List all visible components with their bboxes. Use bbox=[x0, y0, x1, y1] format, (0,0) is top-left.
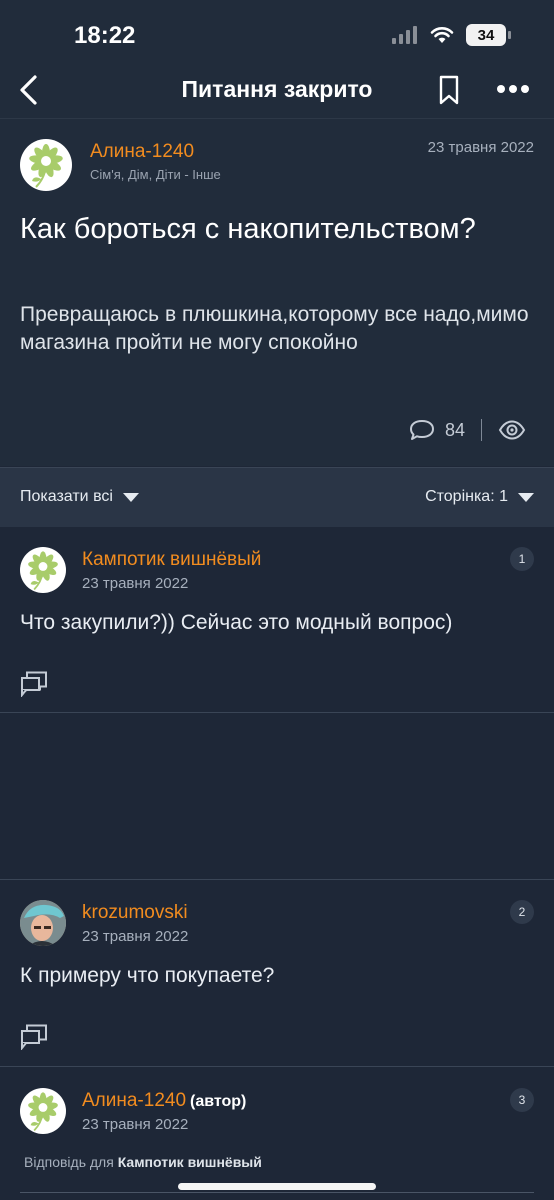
question-author[interactable]: Алина-1240 bbox=[90, 141, 194, 163]
reply-to-line: Відповідь для Кампотик вишнёвый bbox=[24, 1154, 262, 1170]
show-all-dropdown[interactable]: Показати всі bbox=[20, 488, 139, 506]
comments-count: 84 bbox=[444, 419, 465, 440]
reply-to-author[interactable]: Кампотик вишнёвый bbox=[118, 1154, 262, 1170]
answer-text: К примеру что покупаете? bbox=[20, 964, 275, 987]
answer-number-badge: 3 bbox=[510, 1088, 534, 1112]
question-stats: 84 bbox=[409, 419, 526, 441]
question-body: Превращаюсь в плюшкина,которому все надо… bbox=[20, 303, 529, 354]
avatar[interactable] bbox=[20, 139, 72, 191]
reply-icon[interactable] bbox=[20, 1024, 48, 1050]
answer-date: 23 травня 2022 bbox=[82, 575, 189, 592]
answer-number-badge: 1 bbox=[510, 547, 534, 571]
answer-item: krozumovski 23 травня 2022 2 К примеру ч… bbox=[0, 880, 554, 1067]
home-indicator[interactable] bbox=[178, 1183, 376, 1190]
reply-to-label: Відповідь для bbox=[24, 1154, 114, 1170]
chevron-down-icon bbox=[122, 492, 139, 502]
answer-text: Что закупили?)) Сейчас это модный вопрос… bbox=[20, 611, 453, 634]
page-title: Питання закрито bbox=[181, 76, 373, 102]
show-all-label: Показати всі bbox=[20, 488, 113, 505]
answer-date: 23 травня 2022 bbox=[82, 1116, 189, 1133]
status-time: 18:22 bbox=[74, 22, 136, 49]
answer-author[interactable]: krozumovski bbox=[82, 902, 188, 924]
answer-author[interactable]: Кампотик вишнёвый bbox=[82, 549, 261, 571]
answer-item: Алина-1240 (автор) 23 травня 2022 3 Відпо… bbox=[0, 1068, 554, 1200]
question-card: Алина-1240 Сім'я, Дім, Діти - Інше 23 тр… bbox=[0, 118, 554, 466]
comment-icon[interactable] bbox=[409, 419, 435, 441]
flower-avatar-icon bbox=[28, 551, 58, 591]
answer-author[interactable]: Алина-1240 bbox=[82, 1090, 186, 1111]
question-date: 23 травня 2022 bbox=[427, 139, 534, 156]
more-options-icon[interactable] bbox=[496, 84, 530, 94]
avatar[interactable] bbox=[20, 900, 66, 946]
filter-bar: Показати всі Сторінка: 1 bbox=[0, 467, 554, 527]
answer-date: 23 травня 2022 bbox=[82, 928, 189, 945]
status-bar: 18:22 34 bbox=[0, 0, 554, 70]
answer-item: Кампотик вишнёвый 23 травня 2022 1 Что з… bbox=[0, 527, 554, 713]
avatar[interactable] bbox=[20, 547, 66, 593]
page-dropdown[interactable]: Сторінка: 1 bbox=[425, 488, 534, 506]
question-title: Как бороться с накопительством? bbox=[20, 213, 476, 245]
nav-bar: Питання закрито bbox=[0, 70, 554, 118]
wifi-icon bbox=[430, 27, 454, 43]
user-photo-avatar-icon bbox=[20, 900, 66, 946]
chevron-down-icon bbox=[518, 492, 534, 502]
avatar[interactable] bbox=[20, 1088, 66, 1134]
answer-number-badge: 2 bbox=[510, 900, 534, 924]
divider bbox=[481, 419, 482, 441]
flower-avatar-icon bbox=[28, 1092, 58, 1132]
eye-icon[interactable] bbox=[498, 420, 526, 440]
author-tag: (автор) bbox=[190, 1093, 247, 1110]
battery-indicator: 34 bbox=[466, 24, 511, 46]
answer-author-row: Алина-1240 (автор) bbox=[82, 1090, 246, 1112]
bookmark-icon[interactable] bbox=[437, 75, 461, 105]
reply-icon[interactable] bbox=[20, 671, 48, 697]
signal-icon bbox=[392, 26, 417, 44]
question-category[interactable]: Сім'я, Дім, Діти - Інше bbox=[90, 167, 221, 182]
quote-box-edge bbox=[20, 1192, 534, 1193]
flower-avatar-icon bbox=[29, 144, 63, 188]
page-label: Сторінка: 1 bbox=[425, 488, 508, 505]
